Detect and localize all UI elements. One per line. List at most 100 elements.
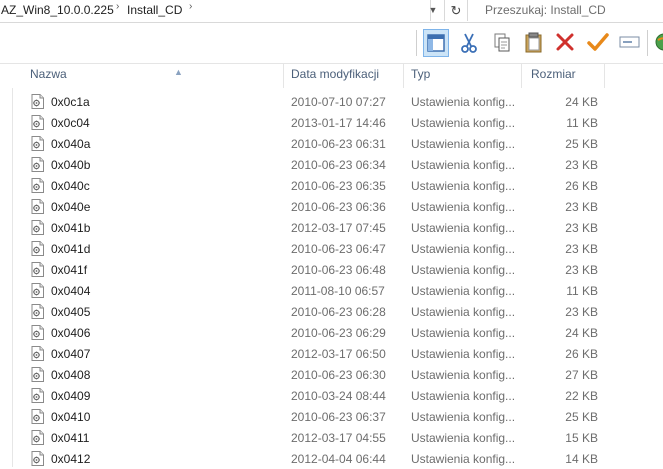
search-box[interactable]: Przeszukaj: Install_CD [477, 0, 663, 21]
breadcrumb-separator-icon[interactable]: › [116, 1, 119, 12]
file-date: 2010-07-10 07:27 [291, 95, 386, 109]
file-name: 0x0c1a [51, 95, 90, 109]
file-row[interactable]: 0x0412 2012-04-04 06:44 Ustawienia konfig.… [20, 448, 663, 469]
paste-icon[interactable] [521, 29, 547, 57]
file-type: Ustawienia konfig... [411, 158, 516, 172]
config-file-icon [31, 94, 44, 109]
file-row[interactable]: 0x0c1a 2010-07-10 07:27 Ustawienia konfig.… [20, 91, 663, 112]
file-row[interactable]: 0x0406 2010-06-23 06:29 Ustawienia konfig.… [20, 322, 663, 343]
column-header-size[interactable]: Rozmiar [525, 64, 605, 88]
file-name: 0x0408 [51, 368, 91, 382]
file-name: 0x0411 [51, 431, 90, 445]
breadcrumb[interactable]: AZ_Win8_10.0.0.225 › Install_CD › [0, 0, 431, 21]
file-type: Ustawienia konfig... [411, 200, 516, 214]
file-type: Ustawienia konfig... [411, 368, 516, 382]
config-file-icon [31, 283, 44, 298]
file-size: 24 KB [565, 326, 598, 340]
file-date: 2010-06-23 06:29 [291, 326, 386, 340]
globe-icon[interactable] [652, 29, 663, 57]
column-header-name[interactable]: Nazwa ▲ [24, 64, 284, 88]
column-header-size-label: Rozmiar [531, 67, 576, 81]
config-file-icon [31, 241, 44, 256]
file-row[interactable]: 0x0404 2011-08-10 06:57 Ustawienia konfig.… [20, 280, 663, 301]
file-row[interactable]: 0x0410 2010-06-23 06:37 Ustawienia konfig.… [20, 406, 663, 427]
address-bar-row: AZ_Win8_10.0.0.225 › Install_CD › ▼ ↻ Pr… [0, 0, 663, 23]
chevron-down-icon[interactable]: ▼ [422, 0, 444, 21]
file-date: 2012-04-04 06:44 [291, 452, 386, 466]
file-row[interactable]: 0x0405 2010-06-23 06:28 Ustawienia konfig.… [20, 301, 663, 322]
file-row[interactable]: 0x0409 2010-03-24 08:44 Ustawienia konfig.… [20, 385, 663, 406]
file-row[interactable]: 0x041b 2012-03-17 07:45 Ustawienia konfig.… [20, 217, 663, 238]
rename-icon[interactable] [617, 29, 643, 57]
config-file-icon [31, 325, 44, 340]
file-date: 2010-03-24 08:44 [291, 389, 386, 403]
config-file-icon [31, 262, 44, 277]
file-type: Ustawienia konfig... [411, 284, 516, 298]
file-size: 14 KB [565, 452, 598, 466]
column-header-type[interactable]: Typ [405, 64, 522, 88]
copy-icon[interactable] [490, 29, 516, 57]
file-type: Ustawienia konfig... [411, 221, 516, 235]
file-size: 11 KB [566, 116, 598, 130]
file-size: 25 KB [565, 410, 598, 424]
file-date: 2010-06-23 06:28 [291, 305, 386, 319]
config-file-icon [31, 136, 44, 151]
file-row[interactable]: 0x041d 2010-06-23 06:47 Ustawienia konfig.… [20, 238, 663, 259]
config-file-icon [31, 115, 44, 130]
file-size: 24 KB [565, 95, 598, 109]
file-type: Ustawienia konfig... [411, 305, 516, 319]
file-row[interactable]: 0x0c04 2013-01-17 14:46 Ustawienia konfig.… [20, 112, 663, 133]
file-type: Ustawienia konfig... [411, 389, 516, 403]
config-file-icon [31, 304, 44, 319]
delete-icon[interactable] [553, 29, 579, 57]
navigation-pane[interactable] [0, 64, 13, 467]
file-date: 2010-06-23 06:34 [291, 158, 386, 172]
file-row[interactable]: 0x0408 2010-06-23 06:30 Ustawienia konfig.… [20, 364, 663, 385]
file-name: 0x041d [51, 242, 91, 256]
file-size: 26 KB [565, 347, 598, 361]
file-name: 0x0410 [51, 410, 91, 424]
file-date: 2010-06-23 06:31 [291, 137, 386, 151]
file-type: Ustawienia konfig... [411, 410, 516, 424]
file-row[interactable]: 0x040a 2010-06-23 06:31 Ustawienia konfig.… [20, 133, 663, 154]
file-date: 2011-08-10 06:57 [291, 284, 385, 298]
layout-pane-icon[interactable] [423, 29, 449, 57]
breadcrumb-item-parent[interactable]: AZ_Win8_10.0.0.225 [1, 3, 114, 17]
file-name: 0x040b [51, 158, 91, 172]
file-name: 0x041b [51, 221, 91, 235]
file-row[interactable]: 0x040c 2010-06-23 06:35 Ustawienia konfig.… [20, 175, 663, 196]
file-date: 2010-06-23 06:30 [291, 368, 386, 382]
toolbar-divider [647, 30, 648, 56]
file-row[interactable]: 0x0411 2012-03-17 04:55 Ustawienia konfig.… [20, 427, 663, 448]
config-file-icon [31, 199, 44, 214]
toolbar-divider [416, 30, 417, 56]
file-name: 0x0409 [51, 389, 91, 403]
file-row[interactable]: 0x040e 2010-06-23 06:36 Ustawienia konfig.… [20, 196, 663, 217]
search-input[interactable]: Przeszukaj: Install_CD [485, 3, 606, 17]
file-type: Ustawienia konfig... [411, 326, 516, 340]
file-name: 0x041f [51, 263, 88, 277]
column-header-name-label: Nazwa [30, 67, 67, 81]
file-size: 23 KB [565, 305, 598, 319]
file-size: 26 KB [565, 179, 598, 193]
file-size: 11 KB [566, 284, 598, 298]
file-type: Ustawienia konfig... [411, 95, 516, 109]
file-size: 22 KB [565, 389, 598, 403]
file-date: 2010-06-23 06:47 [291, 242, 386, 256]
file-row[interactable]: 0x0407 2012-03-17 06:50 Ustawienia konfig.… [20, 343, 663, 364]
file-row[interactable]: 0x041f 2010-06-23 06:48 Ustawienia konfig.… [20, 259, 663, 280]
config-file-icon [31, 178, 44, 193]
column-header-date[interactable]: Data modyfikacji [285, 64, 404, 88]
file-name: 0x040e [51, 200, 91, 214]
file-type: Ustawienia konfig... [411, 263, 516, 277]
file-name: 0x040c [51, 179, 90, 193]
cut-icon[interactable] [457, 29, 483, 57]
file-type: Ustawienia konfig... [411, 116, 516, 130]
checkmark-icon[interactable] [585, 29, 611, 57]
file-name: 0x0407 [51, 347, 91, 361]
file-row[interactable]: 0x040b 2010-06-23 06:34 Ustawienia konfig.… [20, 154, 663, 175]
breadcrumb-separator-icon[interactable]: › [189, 1, 192, 12]
refresh-icon[interactable]: ↻ [444, 0, 468, 21]
breadcrumb-item-current[interactable]: Install_CD [127, 3, 182, 17]
file-name: 0x0c04 [51, 116, 90, 130]
